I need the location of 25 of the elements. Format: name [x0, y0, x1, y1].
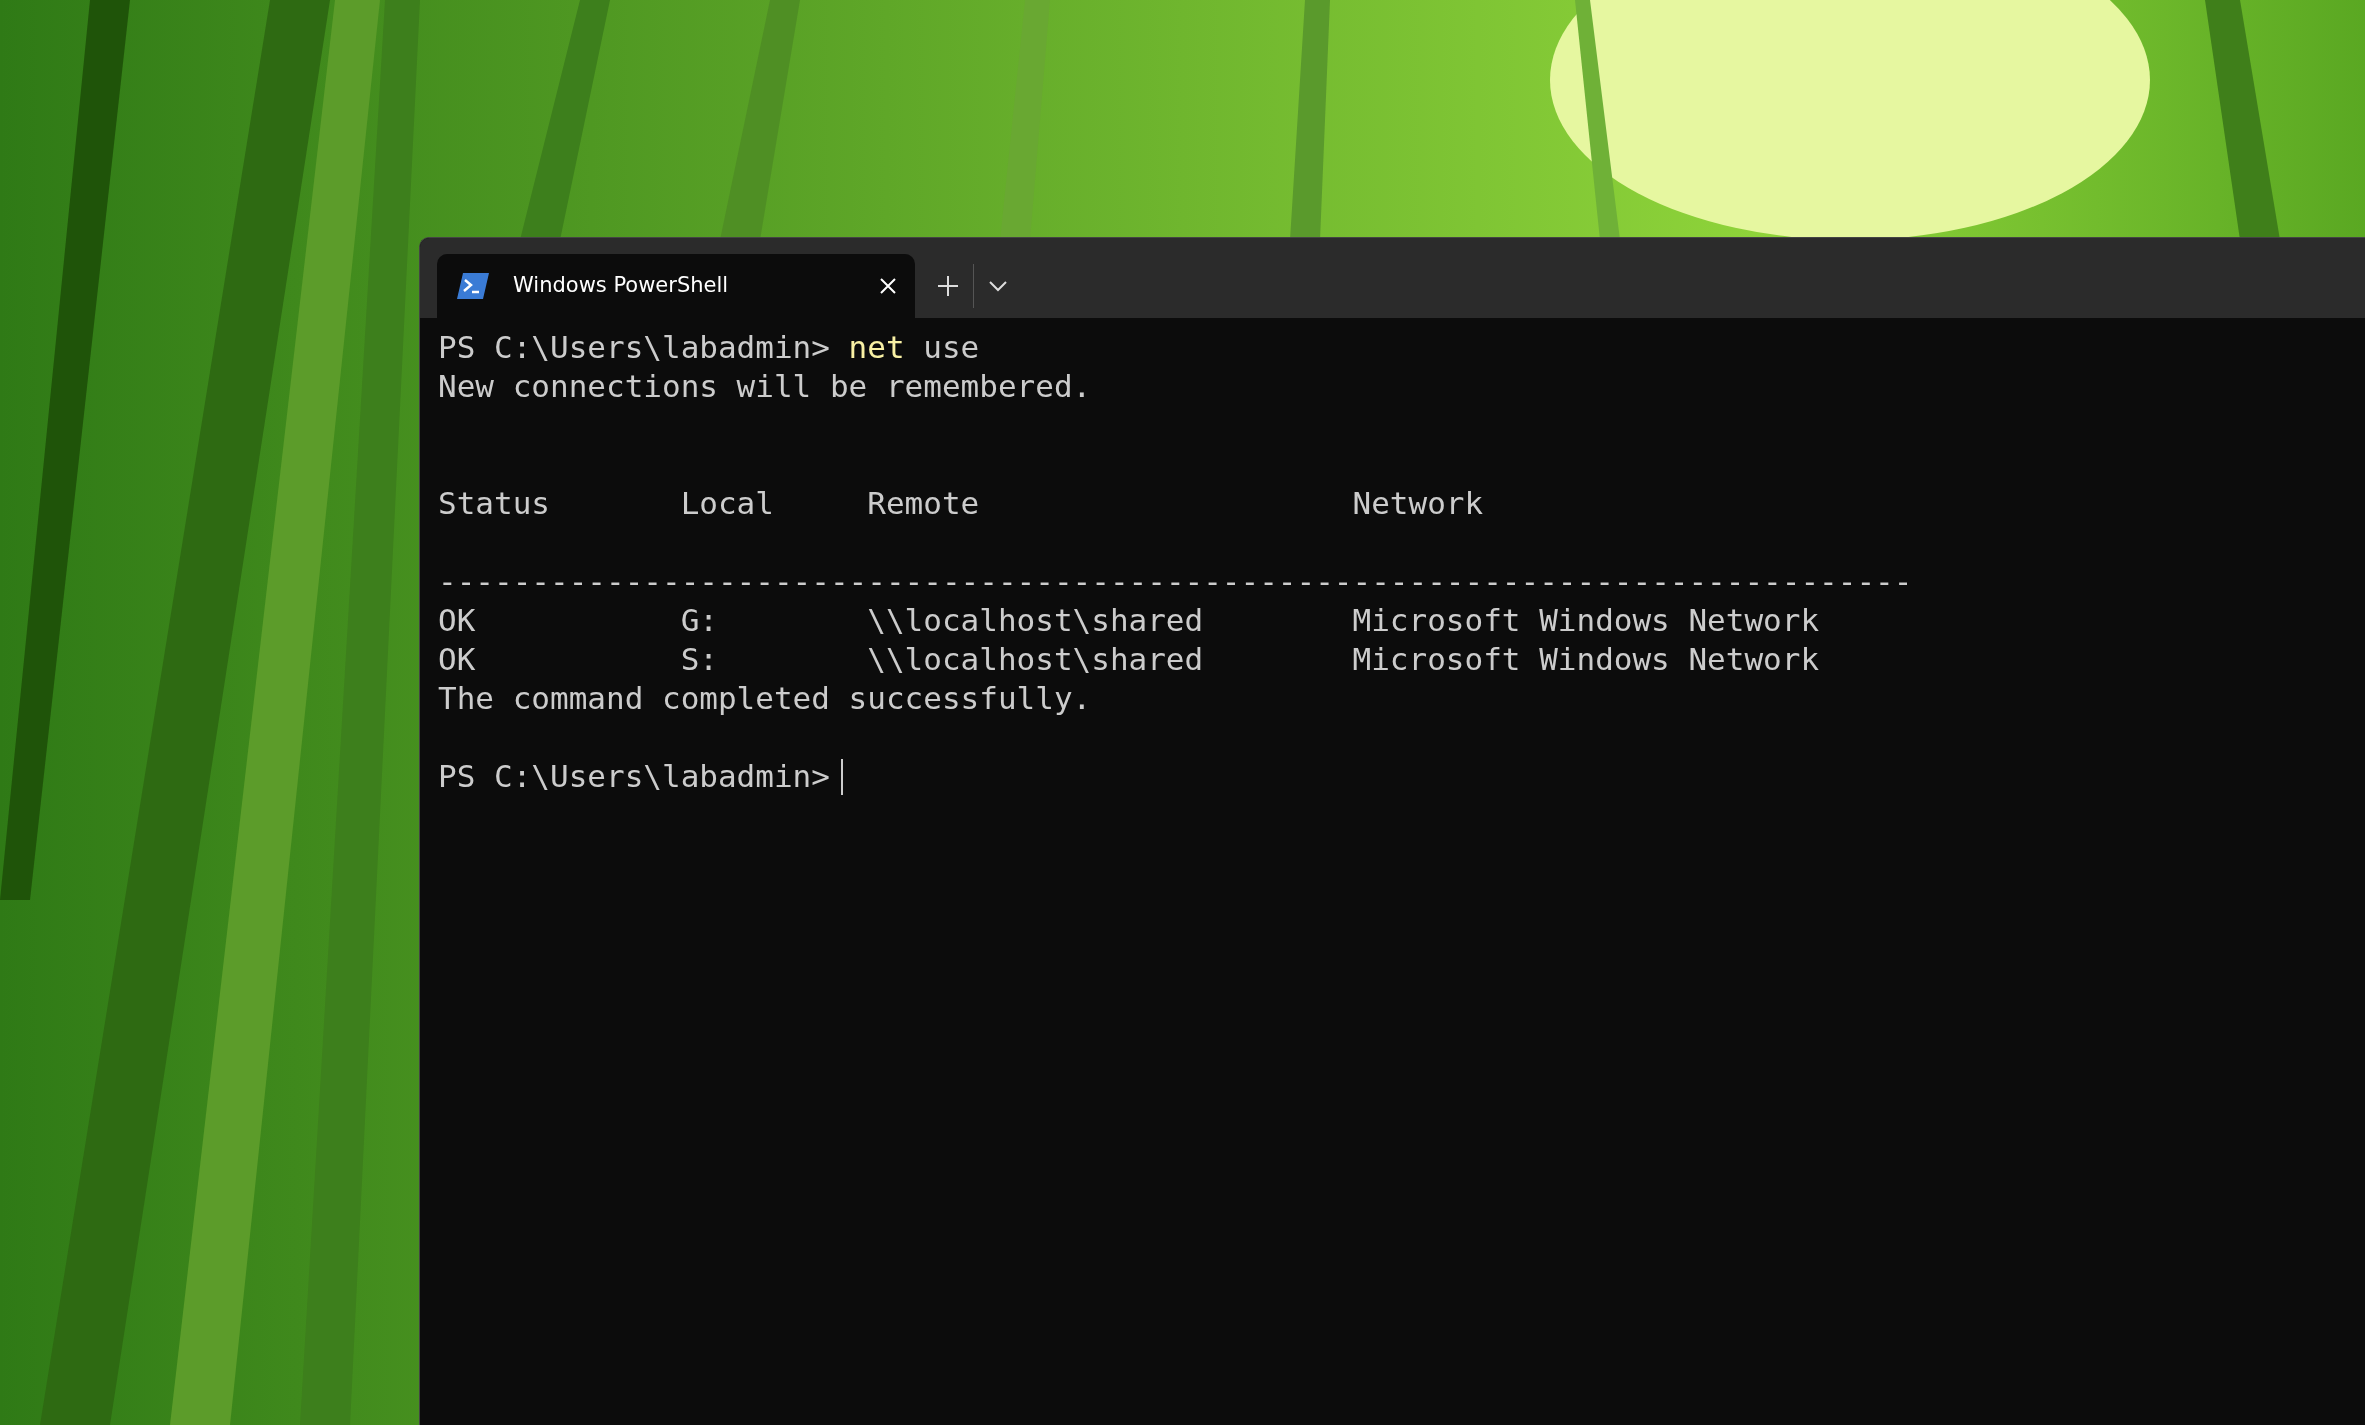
column-header: Local — [680, 484, 775, 523]
powershell-icon — [457, 273, 489, 299]
output-text: The command completed successfully. — [438, 679, 1092, 718]
table-cell: Microsoft Windows Network — [1352, 601, 1820, 640]
prompt-text: PS C:\Users\labadmin> — [438, 757, 830, 796]
column-header: Remote — [867, 484, 981, 523]
close-icon[interactable] — [879, 277, 897, 295]
column-header: Status — [438, 484, 551, 523]
table-cell-text: \\localhost\shared — [867, 640, 1205, 679]
terminal-tab[interactable]: Windows PowerShell — [437, 254, 915, 318]
table-cell: Microsoft Windows Network — [1352, 640, 1820, 679]
prompt-text: PS C:\Users\labadmin> — [438, 328, 831, 367]
table-cell-text: S: — [680, 640, 719, 679]
chevron-down-icon — [988, 280, 1008, 292]
table-cell-text: OK — [438, 640, 477, 679]
command-argument: use — [922, 328, 980, 367]
table-cell-text: \\localhost\shared — [867, 601, 1205, 640]
plus-icon — [937, 275, 959, 297]
command-name: net — [848, 328, 905, 367]
column-header: Network — [1352, 484, 1484, 523]
table-cell-text: G: — [680, 601, 719, 640]
separator-line: ------------------------------------------------------------------------------- — [438, 562, 1913, 601]
output-text: New connections will be remembered. — [438, 367, 1092, 406]
table-cell-text: OK — [438, 601, 477, 640]
text-cursor — [841, 758, 844, 795]
